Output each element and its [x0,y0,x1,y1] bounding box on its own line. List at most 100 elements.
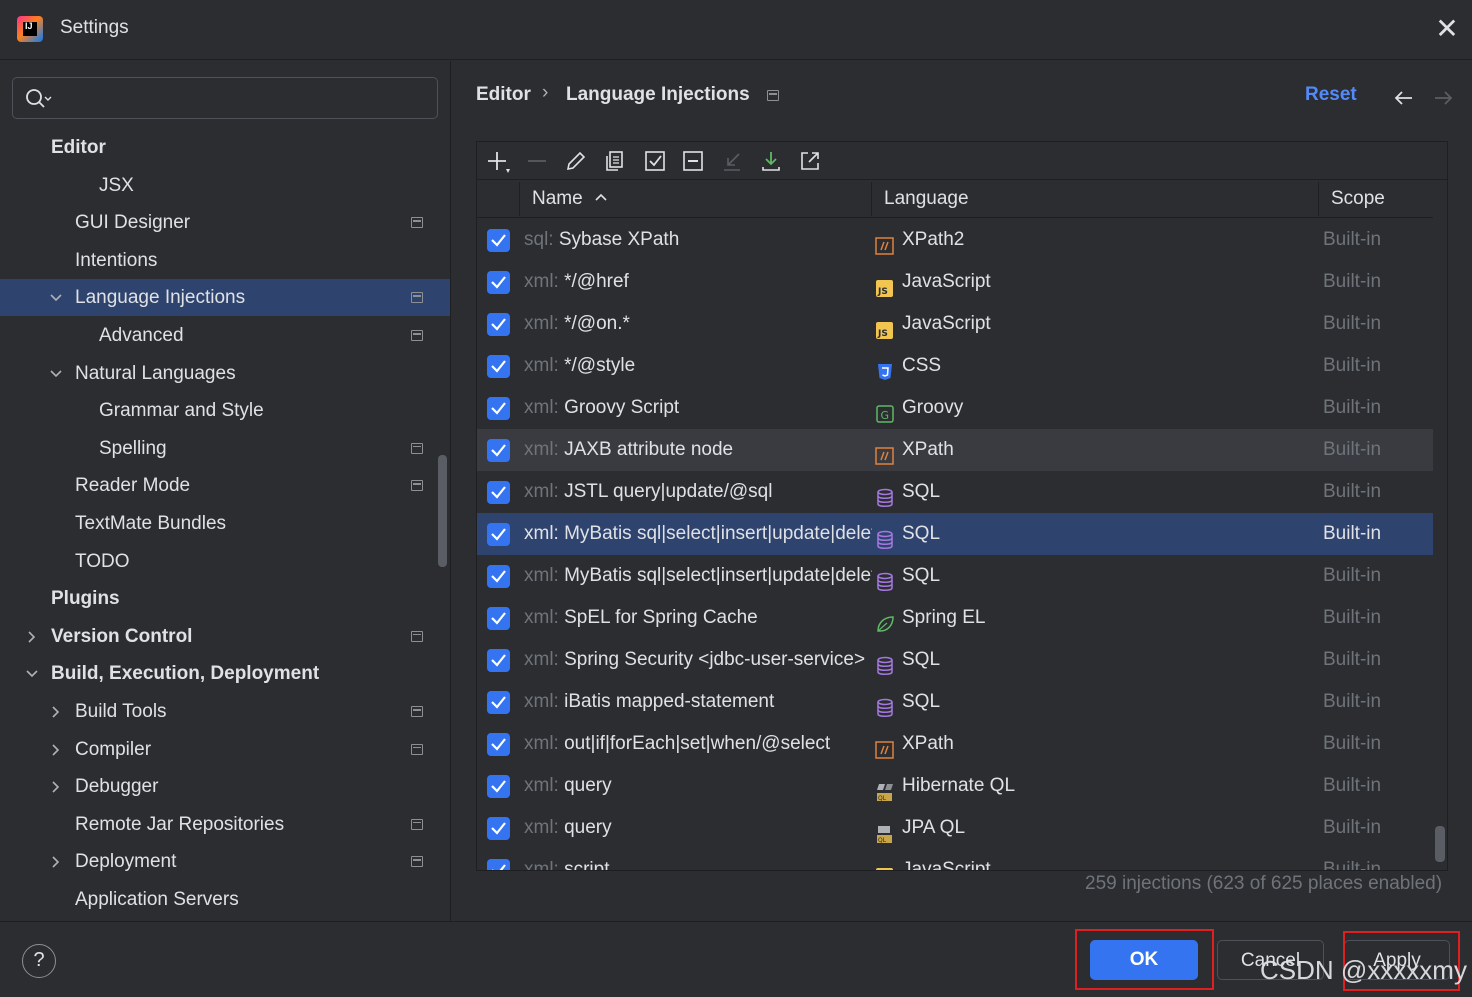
injection-scope: Built-in [1323,607,1382,628]
enable-all-icon[interactable] [643,149,667,173]
sidebar-item[interactable]: Build Tools [0,693,450,730]
injection-prefix: xml: [524,313,559,334]
enabled-checkbox[interactable] [487,481,510,504]
pane-divider[interactable] [450,61,451,921]
enabled-checkbox[interactable] [487,565,510,588]
close-icon[interactable]: ✕ [1432,14,1462,44]
jpa-icon: QL [875,818,895,844]
chevron-down-icon[interactable] [25,655,39,692]
forward-arrow-icon[interactable] [1431,84,1455,108]
table-scrollbar[interactable] [1435,826,1445,862]
add-icon[interactable] [485,149,510,173]
enabled-checkbox[interactable] [487,691,510,714]
sidebar-item[interactable]: Intentions [0,242,450,279]
sidebar-item[interactable]: Application Servers [0,881,450,918]
reset-button[interactable]: Reset [1305,84,1357,106]
sidebar-item[interactable]: Remote Jar Repositories [0,806,450,843]
sidebar-scrollbar[interactable] [438,455,447,567]
injection-scope: Built-in [1323,775,1382,796]
table-row[interactable]: xml: MyBatis sql|select|insert|update|de… [477,555,1433,597]
table-row[interactable]: xml: */@style CSS Built-in [477,345,1433,387]
enabled-checkbox[interactable] [487,523,510,546]
sidebar-item[interactable]: Advanced [0,317,450,354]
enabled-checkbox[interactable] [487,775,510,798]
enabled-checkbox[interactable] [487,313,510,336]
sidebar-item[interactable]: Deployment [0,843,450,880]
injection-name: sql: Sybase XPath [524,219,872,261]
disable-all-icon[interactable] [681,149,705,173]
enabled-checkbox[interactable] [487,649,510,672]
table-row[interactable]: xml: SpEL for Spring Cache Spring EL Built… [477,597,1433,639]
chevron-down-icon[interactable] [49,279,63,316]
sidebar-item[interactable]: Plugins [0,580,450,617]
injection-scope: Built-in [1323,355,1382,376]
table-row[interactable]: xml: */@on.* JS JavaScript Built-in [477,303,1433,345]
download-icon[interactable] [759,149,783,173]
table-row[interactable]: xml: */@href JS JavaScript Built-in [477,261,1433,303]
enabled-checkbox[interactable] [487,229,510,252]
table-row[interactable]: xml: query QL Hibernate QL Built-in [477,765,1433,807]
sidebar-item-label: Debugger [75,776,159,798]
column-scope-header[interactable]: Scope [1331,180,1385,218]
enabled-checkbox[interactable] [487,817,510,840]
chevron-right-icon[interactable] [49,843,63,880]
breadcrumb-editor[interactable]: Editor [476,84,531,106]
sidebar-item[interactable]: Build, Execution, Deployment [0,655,450,692]
sidebar-item[interactable]: GUI Designer [0,204,450,241]
table-row[interactable]: xml: MyBatis sql|select|insert|update|de… [477,513,1433,555]
sidebar-item[interactable]: TextMate Bundles [0,505,450,542]
enabled-checkbox[interactable] [487,859,510,870]
remove-icon[interactable] [525,149,549,173]
table-row[interactable]: xml: JAXB attribute node XPath Built-in [477,429,1433,471]
sidebar-item[interactable]: Spelling [0,430,450,467]
injection-scope: Built-in [1323,439,1382,460]
edit-icon[interactable] [564,149,588,173]
sidebar-item[interactable]: Editor [0,129,450,166]
sidebar-item[interactable]: Version Control [0,618,450,655]
sidebar-item[interactable]: Debugger [0,768,450,805]
table-row[interactable]: xml: Groovy Script G Groovy Built-in [477,387,1433,429]
chevron-right-icon[interactable] [49,768,63,805]
table-row[interactable]: xml: out|if|forEach|set|when/@select XPat… [477,723,1433,765]
sidebar-item-label: GUI Designer [75,212,191,234]
enabled-checkbox[interactable] [487,397,510,420]
injection-prefix: sql: [524,229,554,250]
injection-language: SQL [902,523,941,544]
enabled-checkbox[interactable] [487,439,510,462]
search-input[interactable] [12,77,438,119]
copy-icon[interactable] [603,149,627,173]
sidebar-item[interactable]: Compiler [0,731,450,768]
sidebar-item-label: JSX [99,174,134,196]
table-row[interactable]: xml: Spring Security <jdbc-user-service>… [477,639,1433,681]
chevron-right-icon[interactable] [25,618,39,655]
chevron-down-icon[interactable] [49,355,63,392]
enabled-checkbox[interactable] [487,733,510,756]
sidebar-item[interactable]: Language Injections [0,279,450,317]
back-arrow-icon[interactable] [1392,84,1416,108]
import-icon[interactable] [720,149,744,173]
enabled-checkbox[interactable] [487,607,510,630]
column-language-header[interactable]: Language [884,180,969,218]
table-row[interactable]: xml: iBatis mapped-statement SQL Built-in [477,681,1433,723]
chevron-right-icon[interactable] [49,693,63,730]
column-name-header[interactable]: Name [532,180,607,218]
enabled-checkbox[interactable] [487,355,510,378]
table-row[interactable]: xml: query QL JPA QL Built-in [477,807,1433,849]
table-row[interactable]: xml: scriptJSJavaScriptBuilt-in [477,849,1433,870]
enabled-checkbox[interactable] [487,271,510,294]
help-icon[interactable]: ? [22,944,56,978]
checkmark-icon [491,486,506,499]
chevron-right-icon[interactable] [49,731,63,768]
sidebar-item[interactable]: Natural Languages [0,355,450,392]
sidebar-item[interactable]: JSX [0,167,450,204]
table-row[interactable]: sql: Sybase XPath XPath2 Built-in [477,219,1433,261]
export-icon[interactable] [798,149,822,173]
injection-scope: Built-in [1323,649,1382,670]
javascript-icon: JS [875,860,895,870]
svg-text:QL: QL [878,837,887,844]
table-row[interactable]: xml: JSTL query|update/@sql SQL Built-in [477,471,1433,513]
sidebar-item[interactable]: Reader Mode [0,467,450,504]
sql-icon [875,524,895,549]
sidebar-item[interactable]: Grammar and Style [0,392,450,429]
sidebar-item[interactable]: TODO [0,543,450,580]
